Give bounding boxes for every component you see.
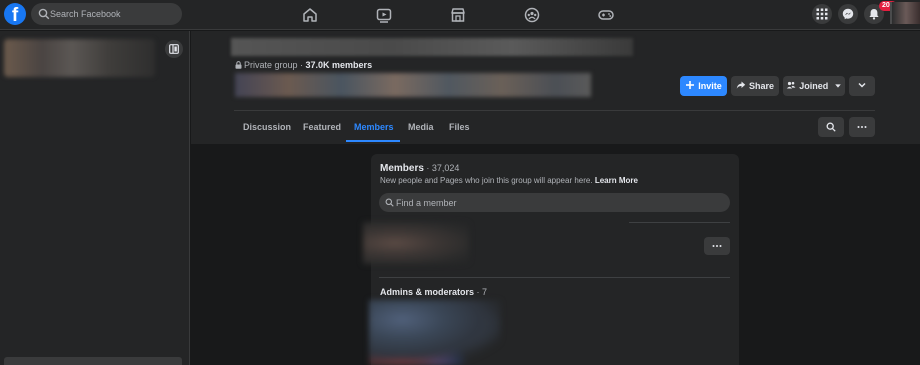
separator: · — [297, 60, 306, 70]
group-privacy-info: Private group · 37.0K members — [235, 60, 372, 70]
group-name-blurred — [231, 38, 633, 56]
tab-featured[interactable]: Featured — [303, 122, 341, 132]
members-heading: Members · 37,024 — [380, 163, 460, 174]
ellipsis-icon — [857, 126, 867, 128]
tab-media[interactable]: Media — [408, 122, 434, 132]
search-icon — [385, 198, 394, 207]
lock-icon — [235, 61, 242, 69]
search-box[interactable] — [31, 3, 182, 25]
tab-discussion[interactable]: Discussion — [243, 122, 291, 132]
admin-list-blurred[interactable] — [369, 300, 501, 365]
people-icon — [787, 81, 796, 89]
marketplace-icon[interactable] — [448, 5, 468, 25]
find-member-box[interactable] — [379, 193, 730, 212]
privacy-label: Private group — [244, 60, 298, 70]
tab-members[interactable]: Members — [354, 122, 394, 132]
admins-count: · 7 — [474, 287, 488, 297]
learn-more-link[interactable]: Learn More — [595, 176, 638, 185]
members-description: New people and Pages who join this group… — [380, 176, 638, 185]
groups-icon[interactable] — [522, 5, 542, 25]
tab-files[interactable]: Files — [449, 122, 470, 132]
more-options-dropdown[interactable] — [849, 76, 875, 96]
chevron-down-icon — [858, 82, 866, 88]
search-icon — [826, 122, 836, 132]
search-icon — [38, 8, 50, 20]
search-input[interactable] — [50, 3, 178, 25]
invite-button[interactable]: Invite — [680, 76, 727, 96]
joined-button[interactable]: Joined — [783, 76, 845, 96]
watch-icon[interactable] — [374, 5, 394, 25]
facebook-logo[interactable]: f — [4, 3, 26, 26]
ellipsis-icon — [712, 245, 722, 247]
top-navigation-bar: f 20+ — [0, 0, 920, 30]
home-icon[interactable] — [300, 5, 320, 25]
find-member-input[interactable] — [396, 193, 716, 212]
active-tab-indicator — [346, 140, 400, 142]
admins-heading: Admins & moderators · 7 — [380, 287, 488, 297]
member-avatars-blurred[interactable] — [235, 73, 591, 97]
collapse-sidebar-icon[interactable] — [165, 40, 183, 58]
divider — [629, 222, 730, 223]
gaming-icon[interactable] — [596, 5, 616, 25]
section-divider — [379, 277, 730, 278]
members-count: · 37,024 — [423, 163, 460, 173]
sidebar-bottom-element[interactable] — [4, 357, 182, 365]
search-group-button[interactable] — [818, 117, 844, 137]
messenger-icon[interactable] — [838, 4, 858, 24]
left-sidebar — [0, 31, 190, 365]
plus-icon — [686, 81, 695, 89]
menu-grid-icon[interactable] — [812, 4, 832, 24]
share-button[interactable]: Share — [731, 76, 779, 96]
member-count-short[interactable]: 37.0K members — [306, 60, 373, 70]
members-card: Members · 37,024 New people and Pages wh… — [363, 154, 739, 365]
header-divider — [234, 110, 875, 111]
share-arrow-icon — [736, 81, 746, 89]
more-actions-button[interactable] — [849, 117, 875, 137]
group-shortcut-blurred[interactable] — [4, 39, 155, 77]
account-avatar[interactable] — [890, 2, 920, 24]
member-row-blurred[interactable] — [363, 222, 469, 264]
caret-down-icon — [834, 84, 841, 88]
group-header: Private group · 37.0K members Invite Sha… — [191, 31, 920, 144]
member-more-button[interactable] — [704, 237, 730, 255]
